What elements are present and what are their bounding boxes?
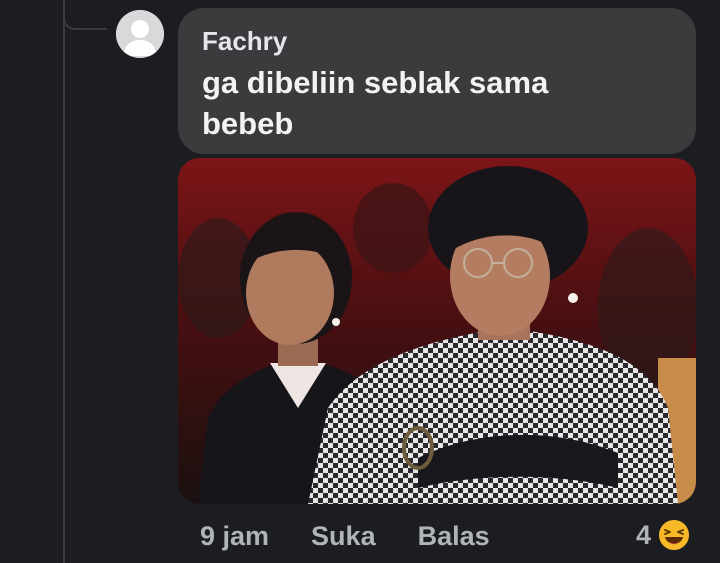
default-user-icon <box>116 10 164 58</box>
reaction-summary[interactable]: 4 <box>636 515 692 555</box>
avatar[interactable] <box>116 10 164 58</box>
comment-actions: 9 jam Suka Balas <box>200 516 532 556</box>
like-button[interactable]: Suka <box>311 521 376 552</box>
haha-emoji-icon <box>657 518 692 552</box>
comment-author[interactable]: Fachry <box>202 26 672 56</box>
thread-line <box>63 0 65 563</box>
comment-text: ga dibeliin seblak sama bebeb <box>202 65 549 141</box>
reply-button[interactable]: Balas <box>418 521 490 552</box>
reaction-count: 4 <box>636 519 652 550</box>
photo-image <box>178 158 696 504</box>
thread-connector <box>63 0 107 30</box>
comment-photo[interactable] <box>178 158 696 504</box>
comment-timestamp[interactable]: 9 jam <box>200 521 269 552</box>
comment-bubble: Fachry ga dibeliin seblak sama bebeb <box>178 8 696 154</box>
